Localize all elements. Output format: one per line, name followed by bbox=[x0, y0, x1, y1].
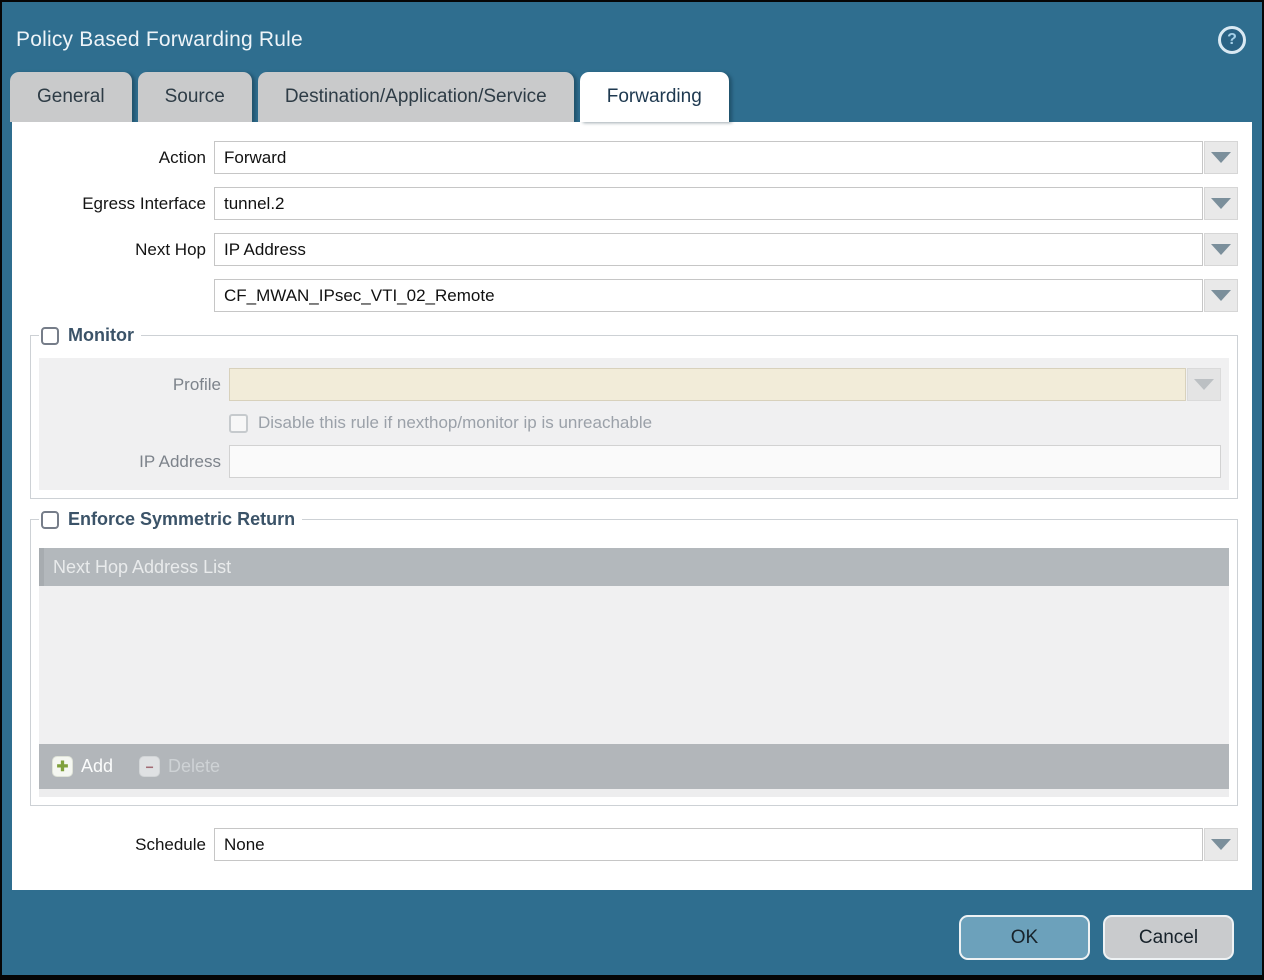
profile-dropdown bbox=[229, 368, 1221, 401]
schedule-dropdown: None bbox=[214, 828, 1238, 861]
next-hop-dropdown: IP Address bbox=[214, 233, 1238, 266]
profile-label: Profile bbox=[39, 375, 221, 395]
schedule-row: Schedule None bbox=[12, 828, 1238, 861]
profile-dropdown-button bbox=[1187, 368, 1221, 401]
egress-interface-value[interactable]: tunnel.2 bbox=[214, 187, 1203, 220]
tab-source[interactable]: Source bbox=[138, 72, 252, 122]
table-bottom-strip bbox=[39, 789, 1229, 797]
schedule-value[interactable]: None bbox=[214, 828, 1203, 861]
egress-interface-dropdown: tunnel.2 bbox=[214, 187, 1238, 220]
monitor-ip-row: IP Address bbox=[39, 445, 1221, 478]
dialog-footer: OK Cancel bbox=[2, 890, 1262, 975]
monitor-legend-label: Monitor bbox=[68, 325, 134, 346]
next-hop-value[interactable]: IP Address bbox=[214, 233, 1203, 266]
profile-row: Profile bbox=[39, 368, 1221, 401]
delete-button-label: Delete bbox=[168, 756, 220, 777]
action-dropdown-button[interactable] bbox=[1204, 141, 1238, 174]
enforce-symmetric-return-group: Enforce Symmetric Return Next Hop Addres… bbox=[30, 509, 1238, 806]
next-hop-dropdown-button[interactable] bbox=[1204, 233, 1238, 266]
next-hop-label: Next Hop bbox=[12, 240, 206, 260]
table-header: Next Hop Address List bbox=[39, 548, 1229, 586]
next-hop-address-row: CF_MWAN_IPsec_VTI_02_Remote bbox=[12, 279, 1238, 312]
minus-icon: − bbox=[139, 756, 160, 777]
plus-icon: ✚ bbox=[52, 756, 73, 777]
table-toolbar: ✚ Add − Delete bbox=[39, 744, 1229, 789]
egress-interface-row: Egress Interface tunnel.2 bbox=[12, 187, 1238, 220]
pbf-rule-dialog: Policy Based Forwarding Rule ? General S… bbox=[0, 0, 1264, 980]
chevron-down-icon bbox=[1194, 379, 1214, 390]
help-icon[interactable]: ? bbox=[1218, 26, 1246, 54]
monitor-group: Monitor Profile Disable this rule if nex… bbox=[30, 325, 1238, 499]
disable-rule-checkbox bbox=[229, 414, 248, 433]
dialog-title: Policy Based Forwarding Rule bbox=[16, 28, 303, 52]
forwarding-tab-panel: Action Forward Egress Interface tunnel.2… bbox=[12, 122, 1252, 890]
next-hop-address-dropdown: CF_MWAN_IPsec_VTI_02_Remote bbox=[214, 279, 1238, 312]
next-hop-address-value[interactable]: CF_MWAN_IPsec_VTI_02_Remote bbox=[214, 279, 1203, 312]
title-bar: Policy Based Forwarding Rule ? bbox=[2, 2, 1262, 72]
schedule-label: Schedule bbox=[12, 835, 206, 855]
egress-interface-label: Egress Interface bbox=[12, 194, 206, 214]
enforce-legend-label: Enforce Symmetric Return bbox=[68, 509, 295, 530]
tab-forwarding[interactable]: Forwarding bbox=[580, 72, 729, 122]
monitor-ip-input bbox=[229, 445, 1221, 478]
chevron-down-icon bbox=[1211, 839, 1231, 850]
action-label: Action bbox=[12, 148, 206, 168]
monitor-ip-label: IP Address bbox=[39, 452, 221, 472]
next-hop-address-dropdown-button[interactable] bbox=[1204, 279, 1238, 312]
chevron-down-icon bbox=[1211, 198, 1231, 209]
monitor-disabled-panel: Profile Disable this rule if nexthop/mon… bbox=[39, 358, 1229, 490]
monitor-legend: Monitor bbox=[39, 325, 141, 346]
action-value[interactable]: Forward bbox=[214, 141, 1203, 174]
next-hop-address-list-table: Next Hop Address List ✚ Add − Delete bbox=[39, 548, 1229, 797]
disable-rule-row: Disable this rule if nexthop/monitor ip … bbox=[229, 413, 1221, 433]
action-row: Action Forward bbox=[12, 141, 1238, 174]
monitor-checkbox[interactable] bbox=[41, 327, 59, 345]
add-button[interactable]: ✚ Add bbox=[52, 756, 113, 777]
schedule-dropdown-button[interactable] bbox=[1204, 828, 1238, 861]
delete-button: − Delete bbox=[139, 756, 220, 777]
tab-strip: General Source Destination/Application/S… bbox=[2, 72, 1262, 122]
table-body-empty bbox=[39, 586, 1229, 744]
profile-value bbox=[229, 368, 1186, 401]
enforce-symmetric-return-checkbox[interactable] bbox=[41, 511, 59, 529]
cancel-button[interactable]: Cancel bbox=[1103, 915, 1234, 960]
ok-button[interactable]: OK bbox=[959, 915, 1090, 960]
disable-rule-label: Disable this rule if nexthop/monitor ip … bbox=[258, 413, 652, 433]
enforce-legend: Enforce Symmetric Return bbox=[39, 509, 302, 530]
add-button-label: Add bbox=[81, 756, 113, 777]
tab-general[interactable]: General bbox=[10, 72, 132, 122]
action-dropdown: Forward bbox=[214, 141, 1238, 174]
next-hop-row: Next Hop IP Address bbox=[12, 233, 1238, 266]
chevron-down-icon bbox=[1211, 152, 1231, 163]
egress-interface-dropdown-button[interactable] bbox=[1204, 187, 1238, 220]
tab-destination-application-service[interactable]: Destination/Application/Service bbox=[258, 72, 574, 122]
chevron-down-icon bbox=[1211, 244, 1231, 255]
chevron-down-icon bbox=[1211, 290, 1231, 301]
